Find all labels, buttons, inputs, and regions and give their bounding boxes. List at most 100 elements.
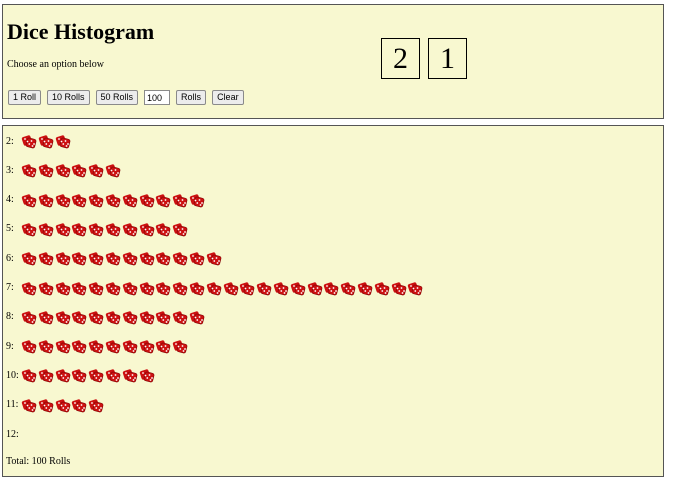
- red-dice-icon: [105, 311, 121, 325]
- red-dice-icon: [105, 193, 121, 207]
- red-dice-icon: [307, 281, 322, 295]
- red-dice-icon: [122, 369, 138, 383]
- red-dice-icon: [38, 369, 54, 383]
- row-sum-label: 2:: [6, 135, 14, 147]
- red-dice-icon: [38, 223, 54, 237]
- red-dice-icon: [105, 164, 121, 178]
- red-dice-icon: [72, 252, 87, 266]
- red-dice-icon: [173, 252, 188, 266]
- row-sum-label: 9:: [6, 340, 14, 352]
- total-rolls-text: Total: 100 Rolls: [6, 456, 71, 467]
- red-dice-icon: [89, 223, 104, 237]
- red-dice-icon: [105, 252, 121, 266]
- red-dice-icon: [273, 281, 289, 295]
- red-dice-icon: [139, 369, 154, 383]
- red-dice-icon: [156, 252, 171, 266]
- red-dice-icon: [189, 252, 205, 266]
- dice-bar: [21, 192, 206, 208]
- row-sum-label: 8:: [6, 311, 14, 323]
- red-dice-icon: [55, 223, 70, 237]
- red-dice-icon: [139, 281, 154, 295]
- red-dice-icon: [122, 281, 138, 295]
- red-dice-icon: [340, 281, 356, 295]
- histogram-row: 12:: [6, 423, 21, 445]
- histogram-row: 11:: [6, 394, 105, 416]
- red-dice-icon: [89, 193, 104, 207]
- histogram-row: 5:: [6, 218, 189, 240]
- red-dice-icon: [189, 281, 205, 295]
- dice-bar: [21, 221, 189, 237]
- clear-button[interactable]: Clear: [212, 90, 244, 105]
- instructions-text: Choose an option below: [7, 59, 104, 70]
- histogram-row: 3:: [6, 159, 122, 181]
- red-dice-icon: [72, 281, 87, 295]
- red-dice-icon: [72, 193, 87, 207]
- red-dice-icon: [38, 340, 54, 354]
- red-dice-icon: [257, 281, 272, 295]
- red-dice-icon: [38, 135, 54, 149]
- red-dice-icon: [38, 399, 54, 413]
- roll-ten-button[interactable]: 10 Rolls: [47, 90, 90, 105]
- red-dice-icon: [122, 193, 138, 207]
- red-dice-icon: [72, 369, 87, 383]
- red-dice-icon: [55, 252, 70, 266]
- red-dice-icon: [105, 369, 121, 383]
- red-dice-icon: [72, 399, 87, 413]
- page-title: Dice Histogram: [7, 19, 155, 44]
- red-dice-icon: [89, 399, 104, 413]
- red-dice-icon: [156, 223, 171, 237]
- red-dice-icon: [357, 281, 373, 295]
- red-dice-icon: [122, 223, 138, 237]
- red-dice-icon: [21, 193, 37, 207]
- red-dice-icon: [89, 340, 104, 354]
- red-dice-icon: [122, 252, 138, 266]
- roll-count-input[interactable]: [144, 90, 171, 105]
- red-dice-icon: [21, 164, 37, 178]
- dice-bar: [21, 397, 105, 413]
- red-dice-icon: [21, 399, 37, 413]
- dice-bar: [21, 250, 223, 266]
- row-sum-label: 6:: [6, 252, 14, 264]
- row-sum-label: 3:: [6, 164, 14, 176]
- dice-bar: [21, 309, 206, 325]
- red-dice-icon: [72, 164, 87, 178]
- red-dice-icon: [173, 311, 188, 325]
- red-dice-icon: [156, 193, 171, 207]
- dice-bar: [21, 133, 71, 149]
- red-dice-icon: [324, 281, 339, 295]
- red-dice-icon: [206, 252, 222, 266]
- dice-bar: [21, 338, 189, 354]
- die-one-display: 2: [381, 38, 420, 79]
- red-dice-icon: [408, 281, 423, 295]
- roll-controls: 1 Roll 10 Rolls 50 Rolls Rolls Clear: [8, 90, 250, 105]
- red-dice-icon: [55, 399, 70, 413]
- red-dice-icon: [55, 311, 70, 325]
- dice-bar: [21, 367, 155, 383]
- red-dice-icon: [122, 340, 138, 354]
- red-dice-icon: [89, 369, 104, 383]
- red-dice-icon: [72, 340, 87, 354]
- red-dice-icon: [21, 281, 37, 295]
- red-dice-icon: [105, 223, 121, 237]
- roll-fifty-button[interactable]: 50 Rolls: [95, 90, 139, 105]
- row-sum-label: 11:: [6, 399, 19, 411]
- red-dice-icon: [55, 340, 70, 354]
- red-dice-icon: [55, 281, 70, 295]
- red-dice-icon: [38, 164, 54, 178]
- row-sum-label: 7:: [6, 282, 14, 293]
- red-dice-icon: [38, 193, 54, 207]
- histogram-panel: 2: 3: 4: 5: 6: 7: 8: 9: 10: 11: 12: Total: 100 Rol…: [2, 125, 664, 477]
- red-dice-icon: [391, 281, 406, 295]
- red-dice-icon: [189, 193, 205, 207]
- histogram-row: 10:: [6, 364, 155, 386]
- roll-once-button[interactable]: 1 Roll: [8, 90, 42, 105]
- red-dice-icon: [156, 340, 171, 354]
- red-dice-icon: [21, 135, 37, 149]
- red-dice-icon: [21, 311, 37, 325]
- roll-custom-button[interactable]: Rolls: [176, 90, 207, 105]
- histogram-row: 2:: [6, 130, 71, 152]
- red-dice-icon: [55, 369, 70, 383]
- red-dice-icon: [72, 311, 87, 325]
- red-dice-icon: [139, 223, 154, 237]
- dice-bar: [21, 280, 424, 296]
